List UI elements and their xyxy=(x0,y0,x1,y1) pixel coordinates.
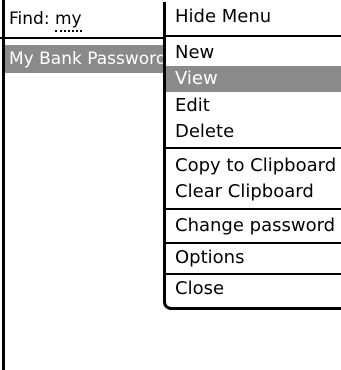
find-label: Find: xyxy=(9,9,50,29)
menu-item-edit[interactable]: Edit xyxy=(175,93,341,119)
menu-separator xyxy=(166,273,341,275)
menu-separator xyxy=(166,147,341,149)
find-bar: Find: my xyxy=(5,4,165,34)
menu-item-hide-menu[interactable]: Hide Menu xyxy=(175,4,341,30)
menu-item-options[interactable]: Options xyxy=(175,245,341,271)
menu-item-copy-to-clipboard[interactable]: Copy to Clipboard xyxy=(175,153,341,179)
menu-separator xyxy=(166,242,341,244)
menu-separator xyxy=(166,208,341,210)
menu-item-close[interactable]: Close xyxy=(175,276,341,302)
menu-item-clear-clipboard[interactable]: Clear Clipboard xyxy=(175,179,341,205)
menu-item-delete[interactable]: Delete xyxy=(175,119,341,145)
list-item[interactable]: My Bank Password xyxy=(5,45,165,73)
menu-item-new[interactable]: New xyxy=(175,40,341,66)
find-divider xyxy=(0,37,165,39)
menu-separator xyxy=(166,35,341,37)
device-screen: Find: my My Bank Password Hide Menu New … xyxy=(0,0,341,370)
context-menu: Hide Menu New View Edit Delete Copy to C… xyxy=(163,2,341,310)
menu-item-change-password[interactable]: Change password xyxy=(175,213,341,239)
menu-item-view[interactable]: View xyxy=(166,66,341,92)
find-input[interactable]: my xyxy=(55,9,82,32)
